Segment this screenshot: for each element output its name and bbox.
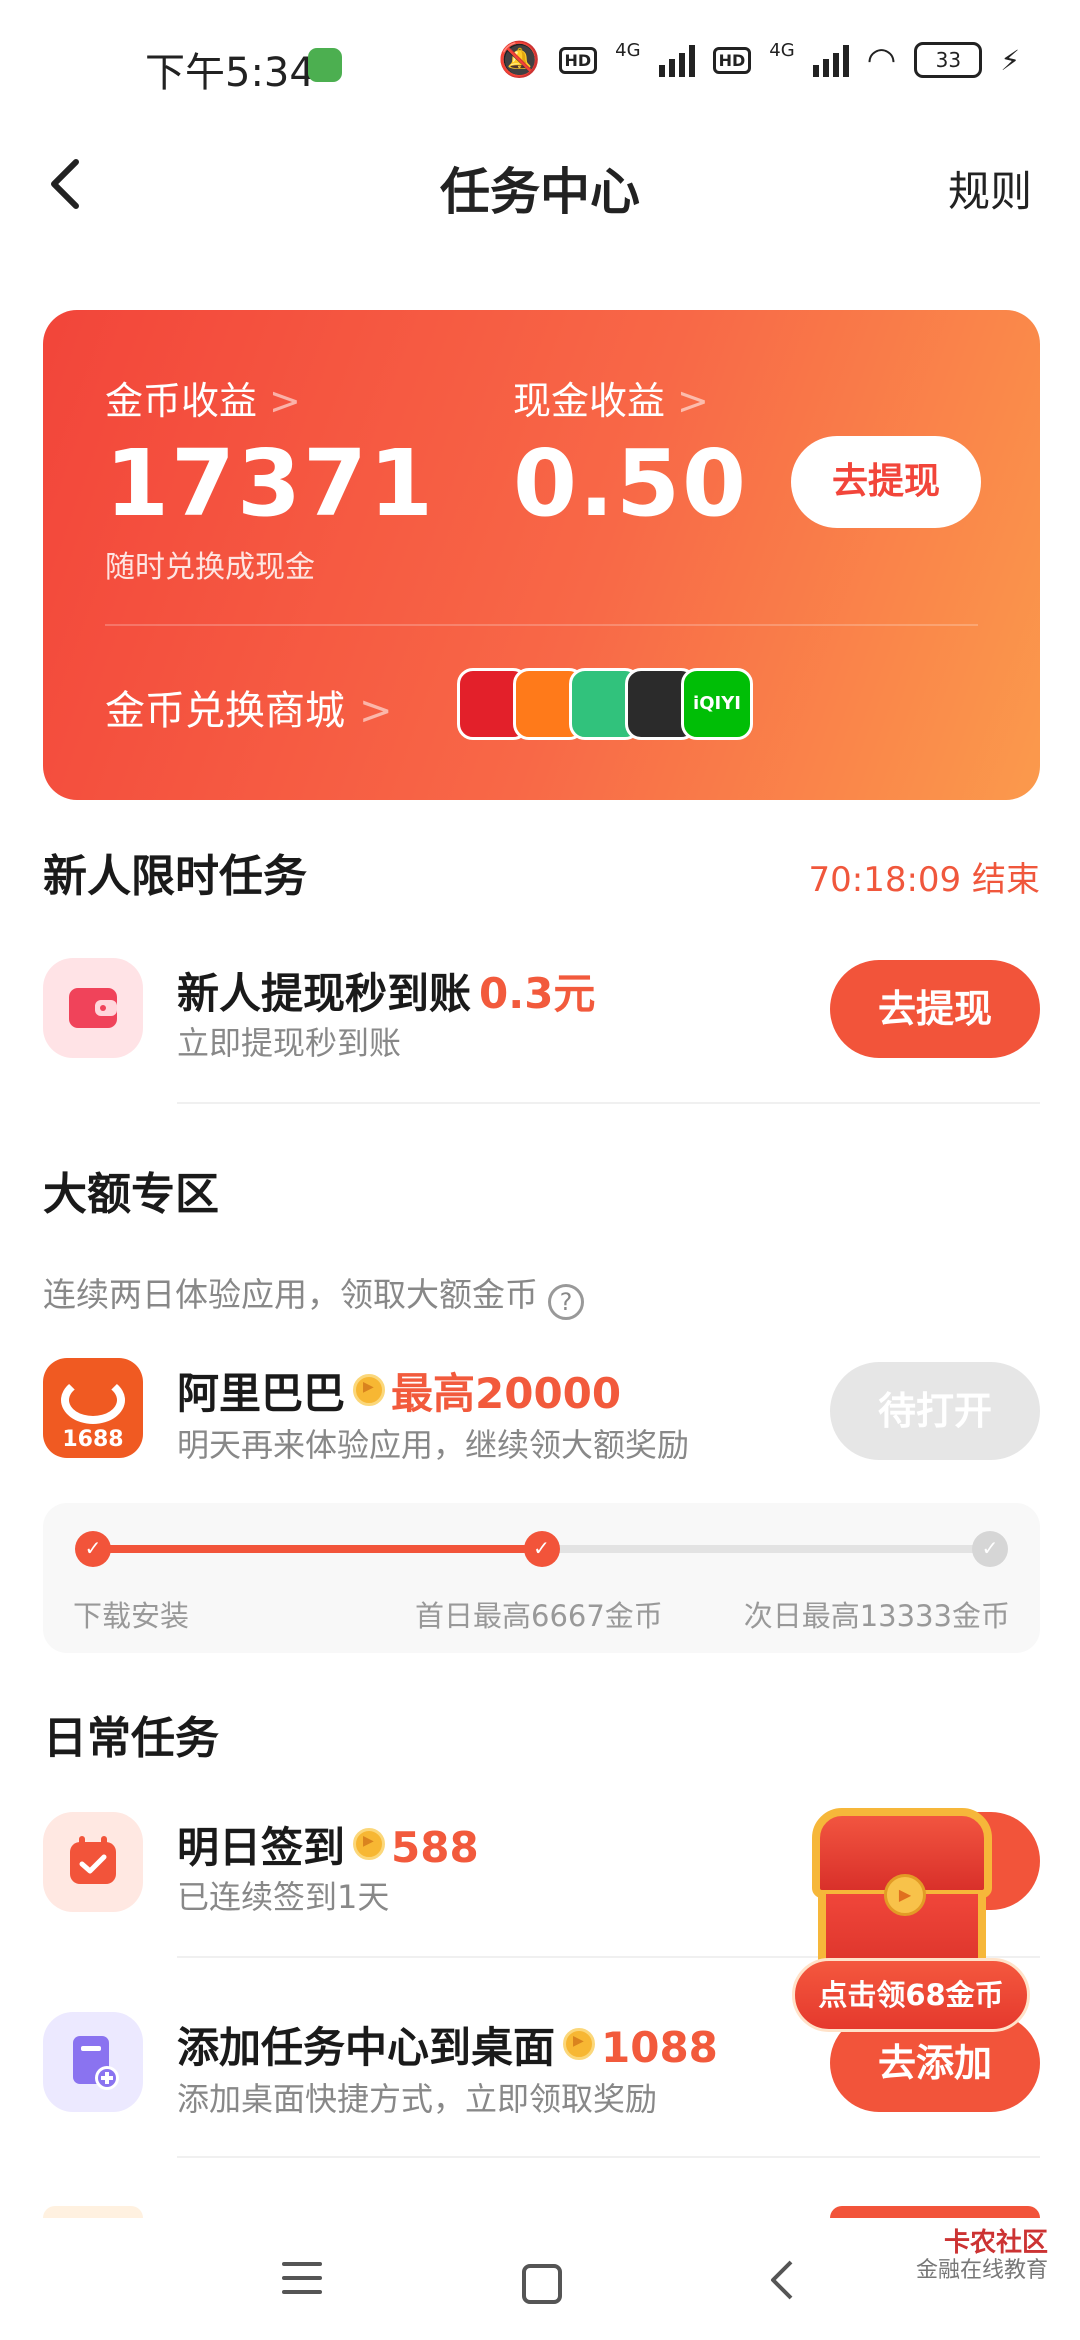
calendar-check-icon	[43, 1812, 143, 1912]
page-title: 任务中心	[440, 163, 640, 221]
newbie-task-title: 新人提现秒到账 0.3元	[177, 960, 595, 1021]
earnings-card: 金币收益 > 17371 随时兑换成现金 现金收益 > 0.50 去提现 金币兑换商…	[43, 310, 1040, 800]
alibaba-task-label: 阿里巴巴	[177, 1369, 346, 1418]
chevron-right-icon: >	[359, 688, 393, 734]
help-icon[interactable]: ?	[548, 1284, 584, 1320]
add-to-desktop-icon	[43, 2012, 143, 2112]
page-header: 任务中心 规则	[0, 130, 1080, 240]
back-triangle-icon	[771, 2260, 793, 2300]
watermark: 卡农社区 金融在线教育	[916, 2230, 1048, 2284]
partner-app-logos[interactable]: iQIYI	[457, 668, 757, 740]
progress-fill	[93, 1545, 542, 1553]
coin-icon	[563, 2028, 596, 2060]
wifi-icon: ◠	[866, 40, 897, 80]
coin-icon	[353, 1374, 386, 1406]
watermark-brand: 卡农社区	[943, 2228, 1048, 2258]
coin-earnings-subtitle: 随时兑换成现金	[105, 550, 315, 585]
signin-task-title: 明日签到 588	[177, 1814, 479, 1875]
coin-mall-link[interactable]: 金币兑换商城 >	[105, 678, 393, 736]
progress-step-label: 次日最高13333金币	[743, 1599, 1010, 1633]
progress-step-dot: ✓	[75, 1531, 111, 1567]
progress-step-label: 首日最高6667金币	[415, 1599, 663, 1633]
newbie-task-reward: 0.3元	[479, 969, 596, 1018]
mute-bell-icon: 🔕	[498, 40, 541, 80]
desktop-task-label: 添加任务中心到桌面	[177, 2023, 556, 2072]
signin-task-reward: 588	[391, 1823, 479, 1872]
big-section-hint: 连续两日体验应用，领取大额金币?	[43, 1268, 584, 1320]
desktop-task-title: 添加任务中心到桌面 1088	[177, 2014, 718, 2075]
newbie-withdraw-button[interactable]: 去提现	[830, 960, 1040, 1058]
signin-task-label: 明日签到	[177, 1823, 346, 1872]
status-icons: 🔕 HD 4G HD 4G ◠ 33 ⚡	[498, 40, 1020, 80]
withdraw-button[interactable]: 去提现	[791, 436, 981, 528]
next-task-button-partial	[830, 2206, 1040, 2218]
alibaba-task-reward: 最高20000	[391, 1369, 622, 1418]
coin-earnings-value: 17371	[105, 430, 436, 537]
status-bar: 下午5:34 🔕 HD 4G HD 4G ◠ 33 ⚡	[0, 0, 1080, 120]
chevron-right-icon: >	[269, 379, 301, 423]
desktop-task-desc: 添加桌面快捷方式，立即领取奖励	[177, 2080, 658, 2118]
progress-step-label: 下载安装	[73, 1599, 190, 1633]
progress-step-dot: ✓	[523, 1531, 560, 1567]
network-type-2: 4G	[769, 40, 795, 61]
newbie-task-label: 新人提现秒到账	[177, 969, 472, 1018]
alibaba-task-title: 阿里巴巴最高20000	[177, 1360, 621, 1421]
card-divider	[105, 624, 978, 626]
alibaba-task-desc: 明天再来体验应用，继续领大额奖励	[177, 1426, 690, 1464]
alibaba-1688-icon: 1688	[43, 1358, 143, 1458]
coin-earnings-link[interactable]: 金币收益 >	[105, 370, 301, 425]
cash-earnings-link[interactable]: 现金收益 >	[513, 370, 709, 425]
daily-section-title: 日常任务	[43, 1713, 219, 1764]
coin-icon	[353, 1828, 386, 1860]
signal-2-icon	[812, 43, 849, 77]
coin-mall-label: 金币兑换商城	[105, 688, 345, 734]
cash-earnings-value: 0.50	[513, 430, 748, 537]
countdown-timer: 70:18:09 结束	[808, 860, 1040, 900]
menu-nav-button[interactable]	[272, 2258, 332, 2308]
big-section-title: 大额专区	[43, 1169, 219, 1220]
newbie-section-title: 新人限时任务	[43, 851, 307, 902]
open-app-button[interactable]: 待打开	[830, 1362, 1040, 1460]
hd-icon: HD	[558, 46, 598, 74]
network-type-1: 4G	[615, 40, 641, 61]
home-nav-button[interactable]	[522, 2264, 562, 2304]
chevron-right-icon: >	[677, 379, 709, 423]
chest-reward-banner[interactable]: 点击领68金币	[792, 1958, 1030, 2032]
iqiyi-icon: iQIYI	[681, 668, 753, 740]
status-time: 下午5:34	[145, 50, 315, 96]
progress-step-dot: ✓	[972, 1531, 1008, 1567]
watermark-slogan: 金融在线教育	[915, 2258, 1048, 2283]
charging-icon: ⚡	[1000, 43, 1020, 77]
notification-app-icon	[308, 48, 342, 82]
divider	[177, 1102, 1040, 1104]
signal-1-icon	[658, 43, 695, 77]
divider	[177, 2156, 1040, 2158]
experience-progress: ✓ 下载安装 ✓ 首日最高6667金币 ✓ 次日最高13333金币	[43, 1503, 1040, 1653]
battery-icon: 33	[914, 42, 983, 78]
hd-icon-2: HD	[712, 46, 752, 74]
newbie-task-desc: 立即提现秒到账	[177, 1024, 402, 1062]
back-nav-button[interactable]	[752, 2258, 812, 2308]
signin-task-desc: 已连续签到1天	[177, 1878, 390, 1916]
hint-text: 连续两日体验应用，领取大额金币	[43, 1275, 538, 1314]
menu-icon	[282, 2262, 322, 2294]
desktop-task-reward: 1088	[601, 2023, 718, 2072]
coin-earnings-label: 金币收益	[105, 379, 258, 423]
rules-link[interactable]: 规则	[948, 158, 1032, 219]
next-task-icon-partial	[43, 2206, 143, 2218]
play-coin-icon: ▶	[884, 1874, 926, 1916]
cash-earnings-label: 现金收益	[513, 379, 666, 423]
app-icon-label: 1688	[62, 1427, 124, 1452]
wallet-icon	[43, 958, 143, 1058]
